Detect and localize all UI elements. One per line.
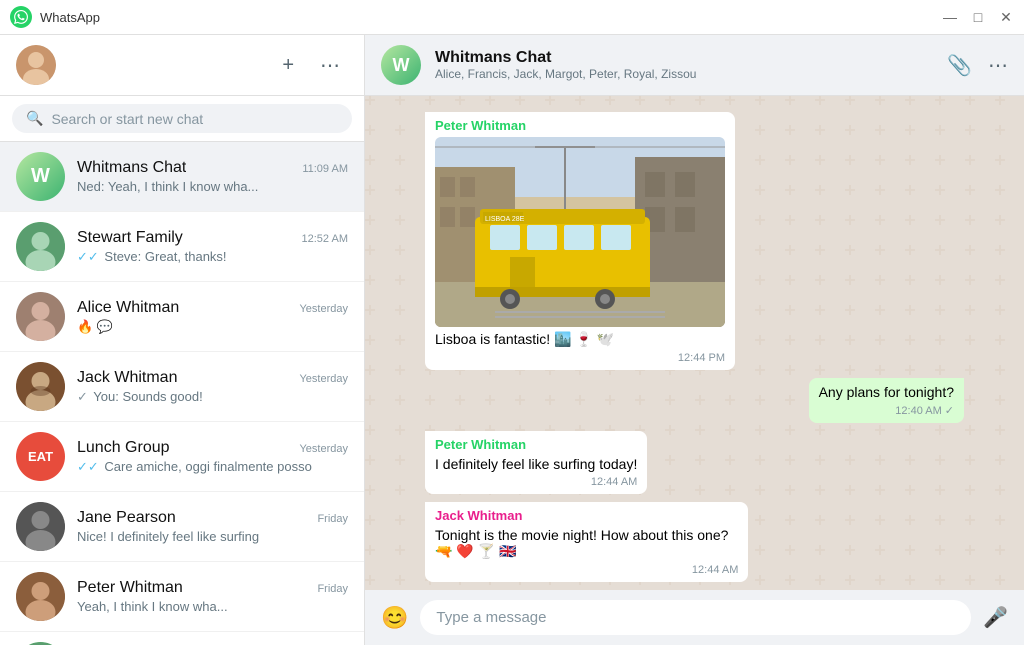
message-text: Lisboa is fantastic! 🏙️ 🍷 🕊️ xyxy=(435,331,725,348)
chat-time: Yesterday xyxy=(299,373,348,385)
chat-info: Whitmans Chat 11:09 AM Ned: Yeah, I thin… xyxy=(77,159,348,194)
search-box: 🔍 xyxy=(12,104,352,133)
sidebar: + ⋯ 🔍 W Whitmans Chat 11:09 AM Ned: Yeah… xyxy=(0,35,365,645)
chat-panel: W Whitmans Chat Alice, Francis, Jack, Ma… xyxy=(365,35,1024,645)
message-text: Tonight is the movie night! How about th… xyxy=(435,527,738,560)
avatar: W xyxy=(16,152,65,201)
sidebar-header: + ⋯ xyxy=(0,35,364,96)
message-time: 12:44 AM xyxy=(435,564,738,576)
search-icon: 🔍 xyxy=(26,110,43,127)
chat-name: Alice Whitman xyxy=(77,299,179,317)
chat-preview: Nice! I definitely feel like surfing xyxy=(77,529,348,544)
chat-info: Peter Whitman Friday Yeah, I think I kno… xyxy=(77,579,348,614)
message-text: Any plans for tonight? xyxy=(819,384,954,400)
app-title: WhatsApp xyxy=(40,10,942,25)
message-sender: Peter Whitman xyxy=(435,118,725,133)
message-bubble: Peter Whitman xyxy=(425,112,735,370)
double-tick-icon: ✓✓ xyxy=(77,249,99,264)
microphone-button[interactable]: 🎤 xyxy=(983,605,1008,630)
chat-name: Stewart Family xyxy=(77,229,183,247)
chat-preview: Ned: Yeah, I think I know wha... xyxy=(77,179,348,194)
message-time: 12:44 AM xyxy=(435,476,637,488)
chat-info: Stewart Family 12:52 AM ✓✓ Steve: Great,… xyxy=(77,229,348,265)
single-tick-icon: ✓ xyxy=(77,389,88,404)
emoji-button[interactable]: 😊 xyxy=(381,605,408,631)
chat-name: Whitmans Chat xyxy=(77,159,186,177)
message-bubble: Peter Whitman I definitely feel like sur… xyxy=(425,431,647,494)
chat-info: Alice Whitman Yesterday 🔥 💬 xyxy=(77,299,348,335)
list-item[interactable]: Alice Whitman Yesterday 🔥 💬 xyxy=(0,282,364,352)
list-item[interactable]: Jack Whitman Yesterday ✓ You: Sounds goo… xyxy=(0,352,364,422)
new-chat-icon[interactable]: + xyxy=(274,50,302,81)
header-menu-icon[interactable]: ⋯ xyxy=(988,53,1008,78)
list-item[interactable]: EAT Lunch Group Yesterday ✓✓ Care amiche… xyxy=(0,422,364,492)
maximize-button[interactable]: □ xyxy=(970,9,986,25)
chat-list: W Whitmans Chat 11:09 AM Ned: Yeah, I th… xyxy=(0,142,364,645)
list-item[interactable]: Stewart Family 12:52 AM ✓✓ Steve: Great,… xyxy=(0,212,364,282)
user-avatar[interactable] xyxy=(16,45,56,85)
message-sender: Peter Whitman xyxy=(435,437,637,452)
chat-time: Yesterday xyxy=(299,303,348,315)
chat-header-name: Whitmans Chat xyxy=(435,49,933,67)
message-sender: Jack Whitman xyxy=(435,508,738,523)
chat-info: Jane Pearson Friday Nice! I definitely f… xyxy=(77,509,348,544)
message-bubble: Any plans for tonight? 12:40 AM ✓ xyxy=(809,378,964,423)
chat-time: Friday xyxy=(317,583,348,595)
input-area: 😊 🎤 xyxy=(365,590,1024,645)
list-item[interactable]: W Whitmans Chat 11:09 AM Ned: Yeah, I th… xyxy=(0,142,364,212)
chat-time: Yesterday xyxy=(299,443,348,455)
chat-header: W Whitmans Chat Alice, Francis, Jack, Ma… xyxy=(365,35,1024,96)
chat-preview: Yeah, I think I know wha... xyxy=(77,599,348,614)
chat-preview: ✓✓ Steve: Great, thanks! xyxy=(77,249,348,265)
list-item[interactable]: Peter Whitman Friday Yeah, I think I kno… xyxy=(0,562,364,632)
svg-text:LISBOA 28E: LISBOA 28E xyxy=(485,216,525,223)
message-input[interactable] xyxy=(420,600,971,635)
minimize-button[interactable]: — xyxy=(942,9,958,25)
list-item[interactable]: Stewart Family Friday Steve: Great, than… xyxy=(0,632,364,645)
titlebar: WhatsApp — □ ✕ xyxy=(0,0,1024,35)
menu-icon[interactable]: ⋯ xyxy=(312,49,348,82)
message-image: LISBOA 28E xyxy=(435,137,725,327)
chat-header-members: Alice, Francis, Jack, Margot, Peter, Roy… xyxy=(435,67,933,81)
chat-name: Lunch Group xyxy=(77,439,170,457)
chat-preview: ✓✓ Care amiche, oggi finalmente posso xyxy=(77,459,348,475)
chat-header-actions: 📎 ⋯ xyxy=(947,53,1008,78)
chat-preview: ✓ You: Sounds good! xyxy=(77,389,348,405)
chat-name: Jack Whitman xyxy=(77,369,177,387)
main-layout: + ⋯ 🔍 W Whitmans Chat 11:09 AM Ned: Yeah… xyxy=(0,35,1024,645)
message-text: I definitely feel like surfing today! xyxy=(435,456,637,472)
avatar xyxy=(16,362,65,411)
search-input[interactable] xyxy=(51,111,338,127)
avatar: EAT xyxy=(16,432,65,481)
search-area: 🔍 xyxy=(0,96,364,142)
avatar xyxy=(16,222,65,271)
attachment-icon[interactable]: 📎 xyxy=(947,53,972,78)
avatar xyxy=(16,292,65,341)
message-time: 12:44 PM xyxy=(435,352,725,364)
chat-time: 12:52 AM xyxy=(302,233,348,245)
message-bubble: Jack Whitman Tonight is the movie night!… xyxy=(425,502,748,582)
chat-time: Friday xyxy=(317,513,348,525)
window-controls: — □ ✕ xyxy=(942,9,1014,25)
chat-header-info: Whitmans Chat Alice, Francis, Jack, Marg… xyxy=(435,49,933,81)
close-button[interactable]: ✕ xyxy=(998,9,1014,25)
double-tick-icon: ✓✓ xyxy=(77,459,99,474)
avatar xyxy=(16,502,65,551)
avatar xyxy=(16,572,65,621)
app-logo xyxy=(10,6,32,28)
chat-header-avatar: W xyxy=(381,45,421,85)
messages-area: Peter Whitman xyxy=(365,96,1024,590)
chat-name: Peter Whitman xyxy=(77,579,183,597)
chat-info: Lunch Group Yesterday ✓✓ Care amiche, og… xyxy=(77,439,348,475)
message-time: 12:40 AM ✓ xyxy=(819,404,954,417)
chat-preview: 🔥 💬 xyxy=(77,319,348,335)
user-avatar-img xyxy=(16,45,56,85)
single-tick-icon: ✓ xyxy=(945,404,954,417)
chat-info: Jack Whitman Yesterday ✓ You: Sounds goo… xyxy=(77,369,348,405)
chat-name: Jane Pearson xyxy=(77,509,176,527)
list-item[interactable]: Jane Pearson Friday Nice! I definitely f… xyxy=(0,492,364,562)
chat-time: 11:09 AM xyxy=(302,163,348,175)
